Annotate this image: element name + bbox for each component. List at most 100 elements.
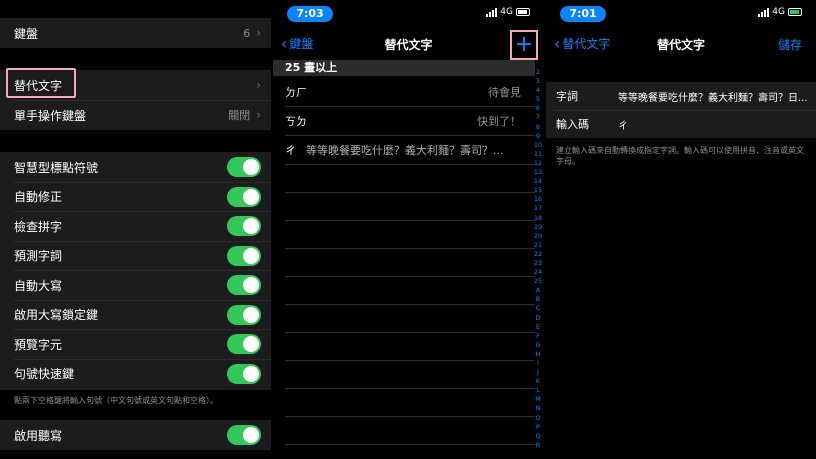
divider (285, 388, 535, 389)
index-letter[interactable]: E (536, 323, 540, 332)
index-letter[interactable]: I (537, 359, 539, 368)
toggle-row-smart-punctuation: 智慧型標點符號 (0, 152, 271, 182)
shortcut-row: 輸入碼 ㄔ (546, 110, 816, 138)
index-letter[interactable]: 12 (534, 159, 542, 168)
network-type: 4G (772, 7, 785, 17)
shortcut-field[interactable]: ㄔ (618, 117, 816, 132)
divider (285, 416, 535, 417)
index-letter[interactable]: 10 (534, 141, 542, 150)
index-letter[interactable]: C (536, 304, 541, 313)
index-letter[interactable]: 11 (534, 150, 542, 159)
index-letter[interactable]: 18 (534, 214, 542, 223)
list-item[interactable]: ㄎㄉ 快到了！ (273, 108, 535, 134)
index-letter[interactable]: F (536, 332, 540, 341)
index-letter[interactable]: 25 (534, 277, 542, 286)
keyboards-count: 6 (243, 26, 251, 40)
index-letter[interactable]: A (536, 286, 540, 295)
divider (285, 220, 535, 221)
divider (285, 332, 535, 333)
list-item[interactable]: ㄉㄏ 待會見 (273, 79, 535, 105)
toggle-row-period-shortcut: 句號快速鍵 (0, 359, 271, 389)
period-shortcut-footnote: 點兩下空格鍵將輸入句號（中文句號或英文句點和空格）。 (14, 396, 218, 405)
index-letter[interactable]: G (535, 341, 540, 350)
entry-phrase: 等等晚餐要吃什麼？義大利麵？壽司？... (306, 144, 504, 157)
dictation-label: 啟用聽寫 (14, 428, 63, 443)
section-header: 25 畫以上 (273, 60, 535, 76)
index-letter[interactable]: R (536, 441, 541, 450)
section-index[interactable]: 2 3 4 5 6 7 8 9 10 11 12 13 14 15 16 17 18 19 20 21 22 23 24 25… (532, 68, 544, 450)
predictive-switch[interactable] (227, 245, 261, 266)
keyboards-row[interactable]: 鍵盤 6 › (0, 18, 271, 48)
index-letter[interactable]: 9 (536, 132, 540, 141)
index-letter[interactable]: 21 (534, 241, 542, 250)
toggle-row-caps-lock: 啟用大寫鎖定鍵 (0, 300, 271, 330)
divider (285, 276, 535, 277)
index-letter[interactable]: 24 (534, 268, 542, 277)
shortcut-label: 輸入碼 (556, 118, 589, 131)
period-shortcut-switch[interactable] (227, 363, 261, 384)
index-letter[interactable]: K (536, 377, 540, 386)
toggle-row-character-preview: 預覽字元 (0, 329, 271, 359)
dictation-switch[interactable] (227, 425, 261, 445)
text-replacement-highlight (6, 68, 76, 98)
auto-capitalization-switch[interactable] (227, 275, 261, 295)
toggle-label: 智慧型標點符號 (14, 160, 99, 175)
index-letter[interactable]: 16 (534, 195, 542, 204)
one-handed-value: 關閉 (228, 109, 251, 122)
index-letter[interactable]: 8 (536, 123, 540, 132)
index-letter[interactable]: 14 (534, 177, 542, 186)
index-letter[interactable]: B (536, 295, 540, 304)
one-handed-keyboard-row[interactable]: 單手操作鍵盤 關閉 › (0, 100, 271, 130)
nav-bar: ‹ 鍵盤 替代文字 + (273, 30, 544, 60)
caps-lock-switch[interactable] (227, 304, 261, 325)
index-letter[interactable]: H (536, 350, 541, 359)
toggles-group: 智慧型標點符號 自動修正 檢查拼字 預測字詞 自動大寫 啟用大寫鎖定鍵 預覽字元… (0, 152, 271, 390)
index-letter[interactable]: 5 (536, 95, 540, 104)
index-letter[interactable]: 6 (536, 104, 540, 113)
list-item[interactable]: ㄔ 等等晚餐要吃什麼？義大利麵？壽司？... (273, 137, 535, 163)
status-indicators: 4G (758, 7, 802, 17)
status-time: 7:01 (560, 6, 606, 22)
index-letter[interactable]: 19 (534, 223, 542, 232)
toggle-row-predictive: 預測字詞 (0, 241, 271, 271)
keyboard-settings-panel: 鍵盤 6 › 替代文字 › 單手操作鍵盤 關閉 › 智慧型標點符號 自動修正 檢… (0, 0, 271, 459)
smart-punctuation-switch[interactable] (227, 157, 261, 177)
index-letter[interactable]: 4 (536, 86, 540, 95)
auto-correction-switch[interactable] (227, 186, 261, 207)
shortcut-hint: 建立輸入碼來自動轉換成指定字詞。輸入碼可以使用拼音、注音或英文字母。 (556, 146, 804, 166)
index-letter[interactable]: P (536, 423, 540, 432)
toggle-label: 句號快速鍵 (14, 367, 75, 381)
toggle-label: 自動修正 (14, 190, 63, 204)
edit-replacement-panel: 7:01 4G ‹ 替代文字 替代文字 儲存 字詞 等等晚餐要吃什麼？義大利麵？… (546, 0, 816, 459)
divider (285, 248, 535, 249)
check-spelling-switch[interactable] (227, 216, 261, 236)
one-handed-label: 單手操作鍵盤 (14, 108, 87, 123)
index-letter[interactable]: J (537, 368, 539, 377)
divider (285, 444, 535, 445)
index-letter[interactable]: D (535, 314, 540, 323)
index-letter[interactable]: 15 (534, 186, 542, 195)
index-letter[interactable]: 17 (534, 204, 542, 213)
status-bar: 7:01 4G (546, 5, 816, 23)
index-letter[interactable]: 20 (534, 232, 542, 241)
index-letter[interactable]: N (536, 404, 541, 413)
phrase-field[interactable]: 等等晚餐要吃什麼？義大利麵？壽司？日... (618, 89, 816, 104)
character-preview-switch[interactable] (227, 334, 261, 354)
add-replacement-button[interactable]: + (510, 30, 538, 60)
divider (285, 135, 535, 136)
divider (285, 360, 535, 361)
index-letter[interactable]: 22 (534, 250, 542, 259)
index-letter[interactable]: 3 (536, 77, 540, 86)
index-letter[interactable]: O (535, 414, 540, 423)
index-letter[interactable]: L (536, 386, 540, 395)
index-letter[interactable]: M (535, 395, 541, 404)
save-button[interactable]: 儲存 (778, 36, 802, 53)
index-letter[interactable]: 2 (536, 68, 540, 77)
toggle-label: 預覽字元 (14, 337, 63, 352)
index-letter[interactable]: 13 (534, 168, 542, 177)
keyboards-label: 鍵盤 (14, 26, 39, 41)
index-letter[interactable]: Q (535, 432, 540, 441)
toggle-row-auto-correction: 自動修正 (0, 182, 271, 212)
index-letter[interactable]: 7 (536, 113, 540, 122)
index-letter[interactable]: 23 (534, 259, 542, 268)
